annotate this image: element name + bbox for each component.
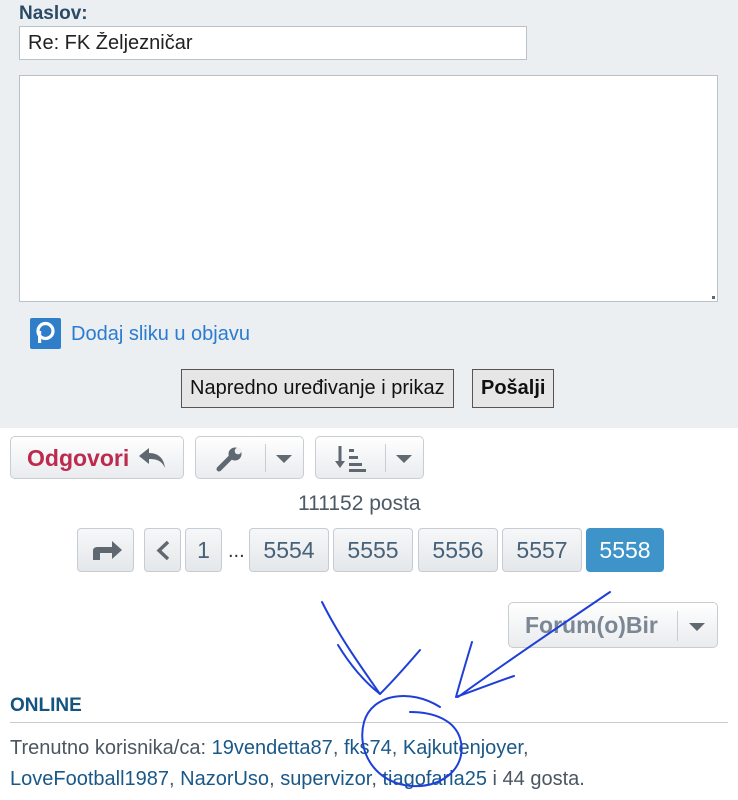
user-link[interactable]: LoveFootball1987 xyxy=(10,768,169,790)
subject-label: Naslov: xyxy=(19,3,88,24)
chevron-left-icon xyxy=(156,540,170,561)
subject-input[interactable] xyxy=(19,26,527,60)
postimage-icon[interactable] xyxy=(30,318,61,349)
page-button-first[interactable]: 1 xyxy=(185,528,222,572)
page-button-current[interactable]: 5558 xyxy=(586,528,664,572)
user-link[interactable]: 19vendetta87 xyxy=(212,737,333,759)
divider xyxy=(10,722,728,723)
online-suffix: i 44 gosta. xyxy=(487,768,585,790)
online-prefix: Trenutno korisnika/ca: xyxy=(10,737,212,759)
user-link[interactable]: NazorUso xyxy=(180,768,269,790)
reply-button[interactable]: Odgovori xyxy=(10,436,184,479)
annotation-arrow-left xyxy=(321,601,381,695)
post-count: 111152 posta xyxy=(298,492,421,515)
forum-jump-label: Forum(o)Bir xyxy=(525,612,658,638)
annotation-arrow-left xyxy=(337,644,421,695)
reply-button-label: Odgovori xyxy=(27,445,130,471)
wrench-icon xyxy=(216,447,242,472)
resize-handle-icon[interactable] xyxy=(712,296,715,299)
sort-icon xyxy=(335,446,366,472)
annotation-arrow-right xyxy=(455,641,515,698)
previous-page-button[interactable] xyxy=(144,528,181,572)
user-link[interactable]: tiagofaria25 xyxy=(382,768,487,790)
page-button[interactable]: 5556 xyxy=(418,528,498,572)
caret-down-icon xyxy=(276,455,292,463)
page-button[interactable]: 5554 xyxy=(249,528,329,572)
reply-arrow-icon xyxy=(139,448,165,468)
user-link[interactable]: Kajkutenjoyer xyxy=(403,737,523,759)
jump-arrow-icon xyxy=(93,541,122,560)
split-divider xyxy=(265,444,266,472)
forum-jump-dropdown[interactable]: Forum(o)Bir xyxy=(508,602,718,648)
advanced-editing-button[interactable]: Napredno uređivanje i prikaz xyxy=(181,369,454,408)
page-button[interactable]: 5555 xyxy=(333,528,413,572)
split-divider xyxy=(385,444,386,472)
caret-down-icon xyxy=(689,623,705,631)
topic-tools-button[interactable] xyxy=(195,436,304,479)
user-link[interactable]: supervizor xyxy=(280,768,371,790)
user-link[interactable]: fks74 xyxy=(344,737,392,759)
add-image-link[interactable]: Dodaj sliku u objavu xyxy=(71,323,250,346)
sort-options-button[interactable] xyxy=(315,436,424,479)
reply-panel: Naslov: Dodaj sliku u objavu Napredno ur… xyxy=(0,0,738,428)
split-divider xyxy=(677,611,678,641)
jump-to-page-button[interactable] xyxy=(77,528,134,572)
page-button[interactable]: 5557 xyxy=(502,528,582,572)
pagination-ellipsis: ... xyxy=(228,540,245,562)
message-textarea[interactable] xyxy=(19,75,718,302)
submit-button[interactable]: Pošalji xyxy=(472,369,555,408)
online-users-list: Trenutno korisnika/ca: 19vendetta87, fks… xyxy=(10,737,585,790)
online-heading: ONLINE xyxy=(10,695,82,716)
caret-down-icon xyxy=(396,455,412,463)
